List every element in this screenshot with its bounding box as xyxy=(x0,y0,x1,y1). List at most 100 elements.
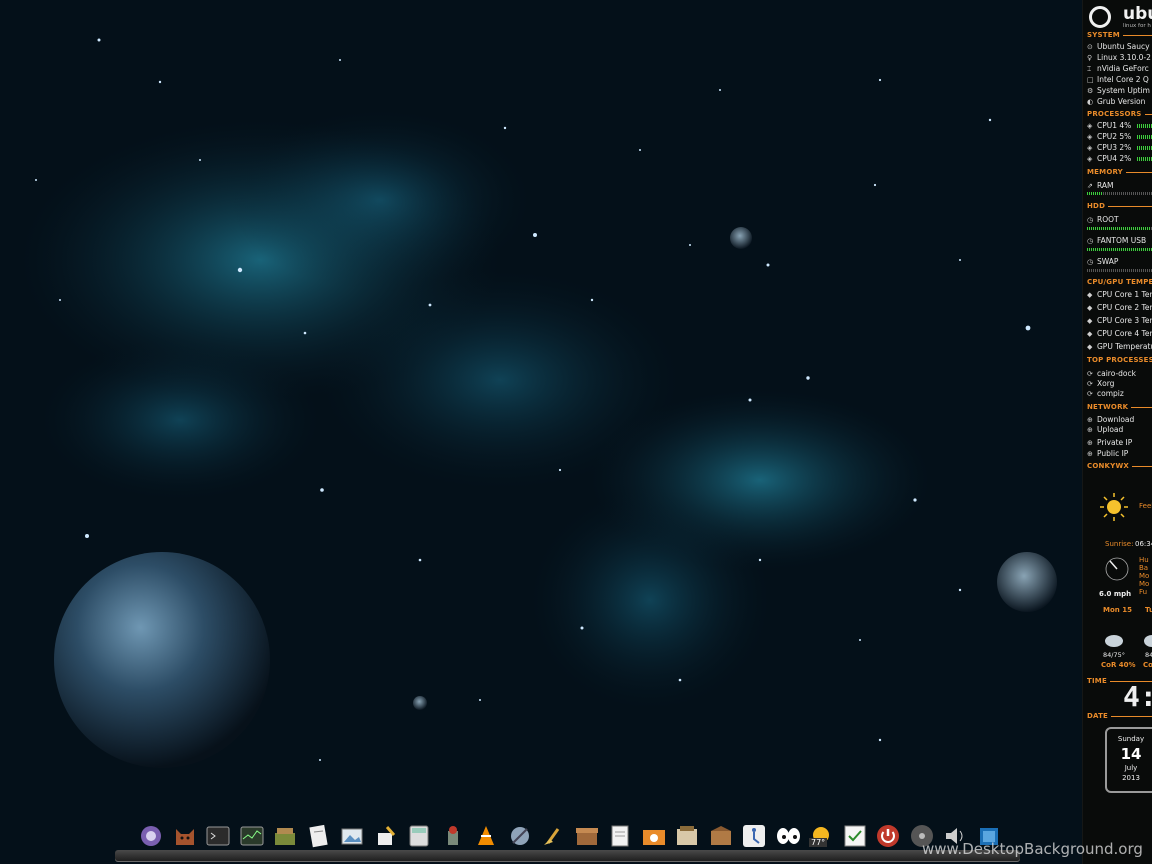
network-icon: ⊕ xyxy=(1087,439,1093,447)
date-year: 2013 xyxy=(1122,774,1140,782)
weather-temp-badge: 77° xyxy=(809,838,828,847)
sunrise-label: Sunrise: xyxy=(1105,540,1134,548)
space-wallpaper xyxy=(0,0,1152,864)
power-icon[interactable] xyxy=(874,822,902,850)
weather-sun-icon[interactable]: 77° xyxy=(807,822,835,850)
network-tool-icon[interactable] xyxy=(506,822,534,850)
temp-gpu: ◆ GPU Temperatu xyxy=(1087,342,1152,351)
ubuntu-logo-text: ubu xyxy=(1123,4,1152,24)
cpu-icon: ◈ xyxy=(1087,122,1093,130)
net-private-ip: ⊕ Private IP xyxy=(1087,438,1133,447)
task-checklist-icon[interactable] xyxy=(841,822,869,850)
usb-bar xyxy=(1087,248,1152,251)
gear-icon: ⚙ xyxy=(1087,87,1094,95)
weather-side-labels: Hu Ba Mo Mo Fu xyxy=(1139,556,1150,596)
process-1: ⟳ cairo-dock xyxy=(1087,369,1136,378)
net-upload: ⊕ Upload xyxy=(1087,425,1124,434)
forecast-temp-2: 84 xyxy=(1145,651,1152,659)
system-line-kernel: ♀ Linux 3.10.0-2 xyxy=(1087,53,1151,62)
clock-time: 4:3 xyxy=(1123,680,1152,713)
forecast-temp-1: 84/75° xyxy=(1103,651,1125,659)
net-public-ip: ⊕ Public IP xyxy=(1087,449,1129,458)
ubuntu-tagline: linux for h xyxy=(1123,23,1151,29)
upload-icon: ⊕ xyxy=(1087,426,1093,434)
cpu2-bar xyxy=(1137,135,1152,139)
ubuntu-small-icon: ⊙ xyxy=(1087,43,1093,51)
cairo-dock-icon[interactable] xyxy=(137,822,165,850)
document-viewer-icon[interactable] xyxy=(606,822,634,850)
accessibility-icon[interactable] xyxy=(740,822,768,850)
forecast-day-1: Mon 15 xyxy=(1103,606,1132,614)
net-download: ⊕ Download xyxy=(1087,415,1135,424)
software-center-icon[interactable] xyxy=(673,822,701,850)
tux-icon: ♀ xyxy=(1087,54,1093,62)
forecast-cond-2: Co xyxy=(1143,661,1152,669)
package-manager-icon[interactable] xyxy=(271,822,299,850)
memory-header: MEMORY xyxy=(1087,168,1152,176)
conky-system-monitor: ubu linux for h SYSTEM ⊙Ubuntu Saucy ♀Li… xyxy=(1082,0,1152,864)
calculator-icon[interactable] xyxy=(405,822,433,850)
temp-core1: ◆ CPU Core 1 Tem xyxy=(1087,290,1152,299)
chip-icon: □ xyxy=(1087,76,1094,84)
archive-box-icon[interactable] xyxy=(573,822,601,850)
text-editor-icon[interactable] xyxy=(305,822,333,850)
ram-icon: ⇗ xyxy=(1087,182,1093,190)
screenshot-icon[interactable] xyxy=(439,822,467,850)
process-icon: ⟳ xyxy=(1087,370,1093,378)
system-monitor-icon[interactable] xyxy=(238,822,266,850)
system-line-os: ⊙ Ubuntu Saucy xyxy=(1087,42,1150,51)
swap-bar xyxy=(1087,269,1152,272)
date-weekday: Sunday xyxy=(1117,735,1145,743)
disk-icon: ◷ xyxy=(1087,258,1094,266)
date-header: DATE xyxy=(1087,712,1152,720)
backup-folder-icon[interactable] xyxy=(640,822,668,850)
cpu2-usage: ◈ CPU2 5% xyxy=(1087,132,1132,141)
root-bar xyxy=(1087,227,1152,230)
cpu-icon: ◈ xyxy=(1087,144,1093,152)
system-line-uptime: ⚙ System Uptim xyxy=(1087,86,1150,95)
cleaner-broom-icon[interactable] xyxy=(372,822,400,850)
processors-header: PROCESSORS xyxy=(1087,110,1152,118)
cpu-icon: ◈ xyxy=(1087,133,1093,141)
process-2: ⟳ Xorg xyxy=(1087,379,1115,388)
image-viewer-icon[interactable] xyxy=(338,822,366,850)
network-header: NETWORK xyxy=(1087,403,1152,411)
system-header: SYSTEM xyxy=(1087,31,1152,39)
cairo-dock: 77° xyxy=(115,820,1020,864)
network-icon: ⊕ xyxy=(1087,450,1093,458)
usb-label: ◷ FANTOM USB xyxy=(1087,236,1147,245)
cloud-rain-icon xyxy=(1105,635,1123,647)
sunrise-time: 06:34 xyxy=(1135,540,1152,548)
eyes-icon[interactable] xyxy=(774,822,802,850)
forecast-day-2: Tu xyxy=(1145,606,1152,614)
terminal-icon[interactable] xyxy=(204,822,232,850)
process-3: ⟳ compiz xyxy=(1087,389,1124,398)
feels-like-label: Feel xyxy=(1139,502,1152,510)
ram-bar xyxy=(1087,192,1152,195)
temps-header: CPU/GPU TEMPER xyxy=(1087,278,1152,286)
grub-icon: ◐ xyxy=(1087,98,1094,106)
dock-shelf xyxy=(115,850,1020,862)
cpu4-bar xyxy=(1137,157,1152,161)
cat-face-icon[interactable] xyxy=(171,822,199,850)
conkywx-header: CONKYWX xyxy=(1087,462,1152,470)
swap-label: ◷ SWAP xyxy=(1087,257,1119,266)
temp-core2: ◆ CPU Core 2 Tem xyxy=(1087,303,1152,312)
cloud-icon xyxy=(1144,635,1152,647)
sun-weather-icon xyxy=(1100,493,1128,521)
thermometer-icon: ◆ xyxy=(1087,304,1093,312)
cpu4-usage: ◈ CPU4 2% xyxy=(1087,154,1132,163)
watermark-text: www.DesktopBackground.org xyxy=(922,840,1143,858)
forecast-cond-1: CoR 40% xyxy=(1101,661,1136,669)
date-month: July xyxy=(1124,764,1138,772)
ubuntu-logo-icon xyxy=(1089,6,1111,28)
temp-core3: ◆ CPU Core 3 Tem xyxy=(1087,316,1152,325)
system-line-cpu: □ Intel Core 2 Q xyxy=(1087,75,1149,84)
download-icon: ⊕ xyxy=(1087,416,1093,424)
thermometer-icon: ◆ xyxy=(1087,343,1093,351)
system-line-gpu: ⌶ nVidia GeForc xyxy=(1087,64,1149,73)
vlc-cone-icon[interactable] xyxy=(472,822,500,850)
box-icon[interactable] xyxy=(707,822,735,850)
broom-icon[interactable] xyxy=(539,822,567,850)
cpu3-usage: ◈ CPU3 2% xyxy=(1087,143,1132,152)
